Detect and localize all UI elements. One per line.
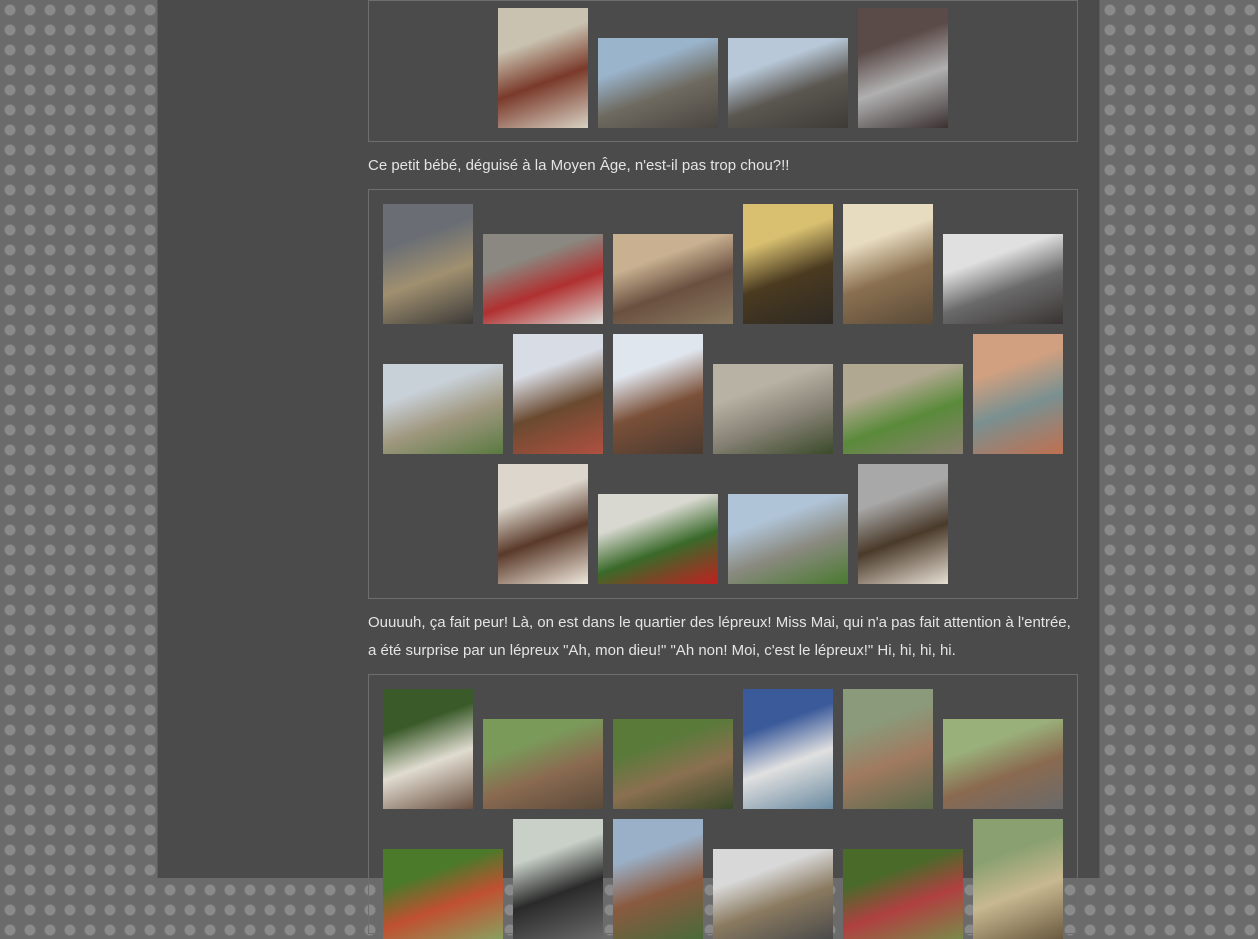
parchment-sign-photo — [383, 689, 473, 809]
gallery-thumbnail[interactable] — [743, 689, 833, 809]
stone-house-garden-photo — [728, 494, 848, 584]
gallery-thumbnail[interactable] — [843, 204, 933, 324]
article-content: Ce petit bébé, déguisé à la Moyen Âge, n… — [368, 0, 1078, 939]
gallery-thumbnail[interactable] — [613, 334, 703, 454]
gallery-thumbnail[interactable] — [383, 689, 473, 809]
leper-procession-photo — [483, 719, 603, 809]
crowd-lepers-photo — [943, 719, 1063, 809]
caption-lepers: Ouuuuh, ça fait peur! Là, on est dans le… — [368, 614, 1071, 659]
rose-wall-photo — [598, 494, 718, 584]
gallery-thumbnail[interactable] — [843, 689, 933, 809]
gallery-top — [368, 0, 1078, 142]
tools-rack-photo — [743, 204, 833, 324]
page-column: Ce petit bébé, déguisé à la Moyen Âge, n… — [157, 0, 1100, 939]
child-pots-photo — [483, 234, 603, 324]
gallery-thumbnail[interactable] — [498, 8, 588, 128]
armor-gauntlets-photo — [858, 8, 948, 128]
gallery-thumbnail[interactable] — [498, 464, 588, 584]
gallery-thumbnail[interactable] — [843, 849, 963, 939]
caption-baby: Ce petit bébé, déguisé à la Moyen Âge, n… — [368, 157, 790, 174]
gallery-thumbnail[interactable] — [613, 819, 703, 939]
market-stall-photo — [498, 8, 588, 128]
gallery-thumbnail[interactable] — [973, 819, 1063, 939]
helmets-shelf-photo — [943, 234, 1063, 324]
garden-cauldron-photo — [613, 719, 733, 809]
gallery-thumbnail[interactable] — [858, 8, 948, 128]
crooked-house-photo — [613, 334, 703, 454]
timbered-street-photo — [728, 38, 848, 128]
ivy-wall-photo — [843, 364, 963, 454]
gallery-thumbnail[interactable] — [943, 719, 1063, 809]
forge-stall-photo — [383, 204, 473, 324]
gallery-lepers — [368, 674, 1078, 939]
gallery-thumbnail[interactable] — [713, 364, 833, 454]
gallery-thumbnail[interactable] — [943, 234, 1063, 324]
gallery-thumbnail[interactable] — [483, 719, 603, 809]
baby-standing-photo — [858, 464, 948, 584]
gallery-thumbnail[interactable] — [598, 494, 718, 584]
flatbread-stall-photo — [843, 204, 933, 324]
gallery-thumbnail[interactable] — [843, 364, 963, 454]
village-street-photo — [598, 38, 718, 128]
knight-crowd-photo — [513, 819, 603, 939]
stone-window-photo — [713, 364, 833, 454]
flower-bed-photo — [383, 849, 503, 939]
gallery-thumbnail[interactable] — [513, 334, 603, 454]
gallery-thumbnail[interactable] — [743, 204, 833, 324]
gallery-thumbnail[interactable] — [598, 38, 718, 128]
gallery-thumbnail[interactable] — [513, 819, 603, 939]
gallery-baby — [368, 189, 1078, 599]
village-house-photo — [383, 364, 503, 454]
gallery-thumbnail[interactable] — [858, 464, 948, 584]
gallery-thumbnail[interactable] — [728, 494, 848, 584]
stone-ruins-photo — [973, 819, 1063, 939]
gallery-thumbnail[interactable] — [613, 234, 733, 324]
info-board-photo — [713, 849, 833, 939]
gallery-thumbnail[interactable] — [383, 364, 503, 454]
hooded-figure-photo — [613, 819, 703, 939]
blue-tent-stall-photo — [743, 689, 833, 809]
gallery-thumbnail[interactable] — [383, 204, 473, 324]
baby-costume-photo — [498, 464, 588, 584]
gallery-thumbnail[interactable] — [973, 334, 1063, 454]
gallery-thumbnail[interactable] — [483, 234, 603, 324]
blue-door-photo — [973, 334, 1063, 454]
wooden-utensils-photo — [613, 234, 733, 324]
gallery-thumbnail[interactable] — [713, 849, 833, 939]
halftimber-house-photo — [513, 334, 603, 454]
gallery-thumbnail[interactable] — [728, 38, 848, 128]
costumed-lepers-photo — [843, 689, 933, 809]
gallery-thumbnail[interactable] — [613, 719, 733, 809]
red-flowers-photo — [843, 849, 963, 939]
gallery-thumbnail[interactable] — [383, 849, 503, 939]
